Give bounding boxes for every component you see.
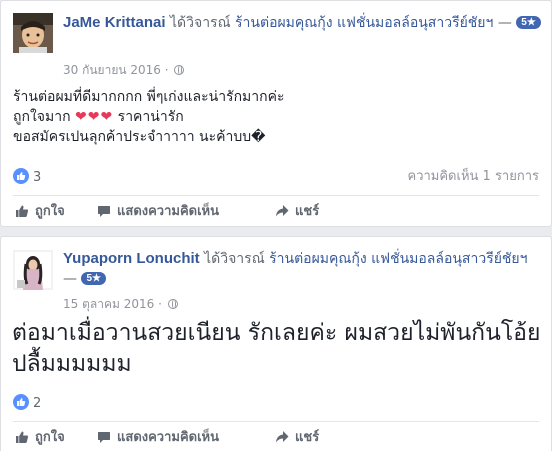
- author-avatar[interactable]: [13, 13, 53, 53]
- like-reaction-icon: [13, 168, 29, 184]
- thumbs-up-icon: [16, 431, 29, 443]
- text-line: ขอสมัครเปนลุกค้าประจำาาาา นะค้าบบ�: [13, 129, 266, 145]
- like-label: ถูกใจ: [35, 204, 65, 219]
- reactions-count: 3: [33, 170, 42, 185]
- rating-badge: 5★: [81, 272, 106, 285]
- globe-icon: [167, 299, 178, 309]
- comment-button[interactable]: แสดงความคิดเห็น: [97, 429, 219, 447]
- author-name[interactable]: JaMe Krittanai: [63, 14, 166, 31]
- page-name[interactable]: ร้านต่อผมคุณกุ้ง แฟชั่นมอลล์อนุสาวรีย์ชั…: [235, 15, 493, 31]
- author-name[interactable]: Yupaporn Lonuchit: [63, 250, 200, 267]
- share-button[interactable]: แชร์: [275, 429, 319, 447]
- review-post-1: JaMe Krittanai ได้วิจารณ์ ร้านต่อผมคุณกุ…: [0, 0, 552, 227]
- action-verb: ได้วิจารณ์: [204, 251, 265, 267]
- text-segment: ราคาน่ารัก: [117, 109, 184, 125]
- globe-icon: [174, 65, 185, 75]
- timestamp-text: 30 กันยายน 2016 ·: [63, 63, 169, 77]
- share-button[interactable]: แชร์: [275, 203, 319, 221]
- post-header: Yupaporn Lonuchit ได้วิจารณ์ ร้านต่อผมคุ…: [63, 249, 541, 289]
- reactions-count: 2: [33, 396, 42, 411]
- post-timestamp[interactable]: 15 ตุลาคม 2016 ·: [63, 296, 178, 312]
- thumbs-up-icon: [16, 205, 29, 217]
- like-button[interactable]: ถูกใจ: [15, 203, 65, 221]
- like-button[interactable]: ถูกใจ: [15, 429, 65, 447]
- comment-icon: [98, 432, 110, 443]
- separator-dash: —: [63, 271, 77, 287]
- share-arrow-icon: [276, 431, 289, 443]
- divider: [13, 195, 539, 196]
- share-label: แชร์: [295, 204, 320, 219]
- post-text: ต่อมาเมื่อวานสวยเนียน รักเลยค่ะ ผมสวยไม่…: [12, 320, 541, 377]
- reactions-summary[interactable]: 2: [13, 394, 41, 413]
- like-reaction-icon: [13, 394, 29, 410]
- post-text: ร้านต่อผมที่ดีมากกกก พี่ๆเก่งและน่ารักมา…: [13, 87, 543, 147]
- divider: [13, 421, 539, 422]
- timestamp-text: 15 ตุลาคม 2016 ·: [63, 297, 162, 311]
- comment-button[interactable]: แสดงความคิดเห็น: [97, 203, 219, 221]
- reactions-summary[interactable]: 3: [13, 168, 41, 187]
- text-segment: ถูกใจมาก: [13, 109, 71, 125]
- post-header: JaMe Krittanai ได้วิจารณ์ ร้านต่อผมคุณกุ…: [63, 13, 541, 33]
- text-line: ถูกใจมาก ❤❤❤ ราคาน่ารัก: [13, 107, 543, 127]
- comment-label: แสดงความคิดเห็น: [117, 204, 220, 219]
- comment-icon: [98, 206, 110, 217]
- share-label: แชร์: [295, 430, 320, 445]
- separator-dash: —: [497, 15, 512, 31]
- post-timestamp[interactable]: 30 กันยายน 2016 ·: [63, 62, 185, 78]
- action-verb: ได้วิจารณ์: [170, 15, 231, 31]
- comments-count[interactable]: ความคิดเห็น 1 รายการ: [408, 168, 540, 186]
- like-label: ถูกใจ: [35, 430, 65, 445]
- page-name[interactable]: ร้านต่อผมคุณกุ้ง แฟชั่นมอลล์อนุสาวรีย์ชั…: [269, 251, 527, 267]
- heart-emoji-icon: ❤❤❤: [75, 109, 114, 125]
- text-line: ร้านต่อผมที่ดีมากกกก พี่ๆเก่งและน่ารักมา…: [13, 89, 285, 105]
- rating-badge: 5★: [516, 16, 541, 29]
- author-avatar[interactable]: [13, 250, 53, 290]
- share-arrow-icon: [276, 205, 289, 217]
- comment-label: แสดงความคิดเห็น: [117, 430, 220, 445]
